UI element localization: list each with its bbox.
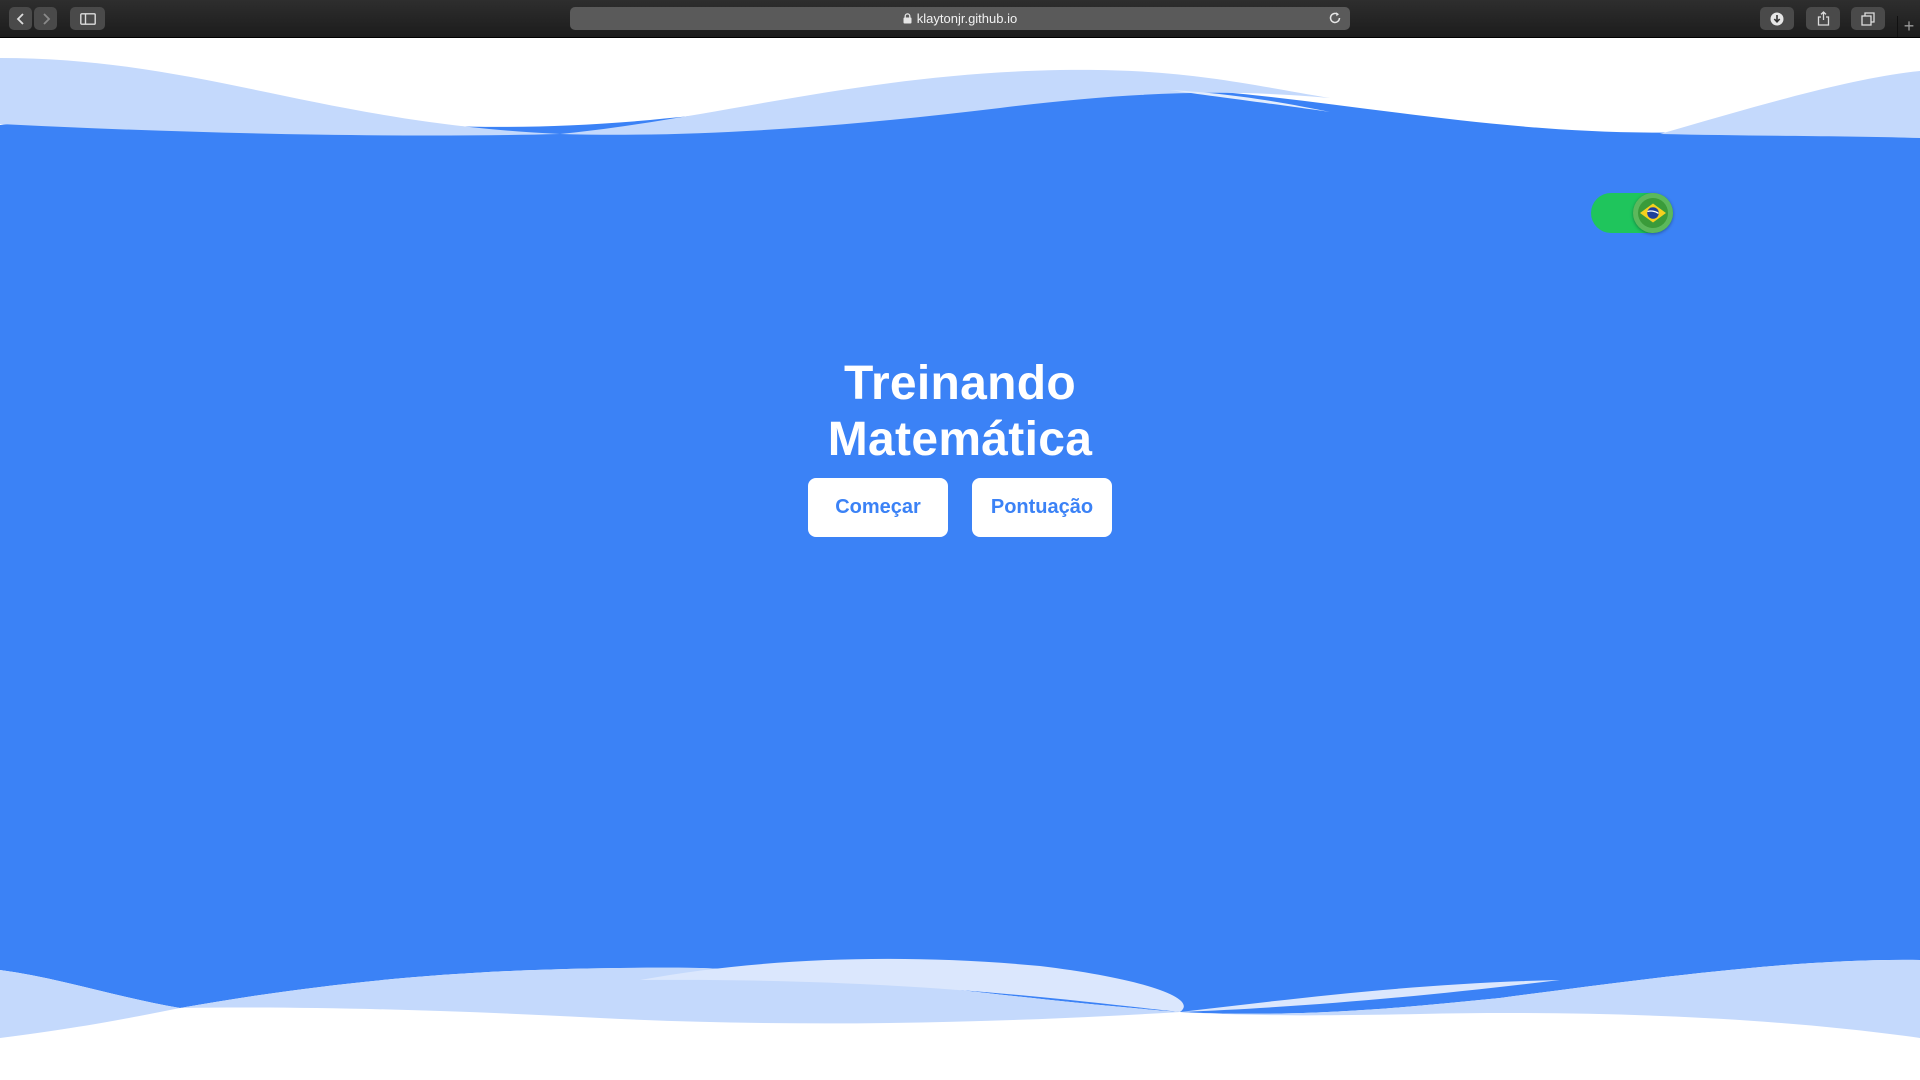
browser-toolbar: klaytonjr.github.io +	[0, 0, 1920, 38]
start-button[interactable]: Começar	[808, 478, 948, 537]
url-text: klaytonjr.github.io	[916, 11, 1018, 26]
back-button[interactable]	[9, 7, 32, 30]
reload-icon[interactable]	[1328, 11, 1342, 28]
lock-icon	[903, 13, 912, 24]
tabs-icon	[1861, 11, 1875, 26]
sidebar-icon	[79, 12, 96, 25]
title-line-2: Matemática	[827, 413, 1093, 466]
chevron-right-icon	[42, 12, 50, 25]
top-wave-overlay-2	[0, 58, 560, 136]
forward-button[interactable]	[34, 7, 57, 30]
new-tab-button[interactable]: +	[1897, 16, 1920, 37]
share-icon	[1817, 11, 1829, 26]
brazil-flag-icon	[1638, 198, 1668, 228]
toggle-knob	[1633, 193, 1673, 233]
chevron-left-icon	[16, 12, 24, 25]
download-icon	[1770, 12, 1784, 25]
page-title: Treinando Matemática	[0, 356, 1920, 468]
page-viewport: Treinando Matemática Começar Pontuação	[0, 38, 1920, 1080]
address-bar[interactable]: klaytonjr.github.io	[570, 7, 1350, 30]
title-line-1: Treinando	[843, 357, 1077, 410]
tabs-button[interactable]	[1851, 7, 1885, 30]
share-button[interactable]	[1806, 7, 1840, 30]
top-wave-overlay-4	[1660, 71, 1920, 138]
download-button[interactable]	[1760, 7, 1794, 30]
language-toggle[interactable]	[1591, 193, 1673, 233]
score-button[interactable]: Pontuação	[972, 478, 1112, 537]
sidebar-button[interactable]	[70, 7, 105, 30]
